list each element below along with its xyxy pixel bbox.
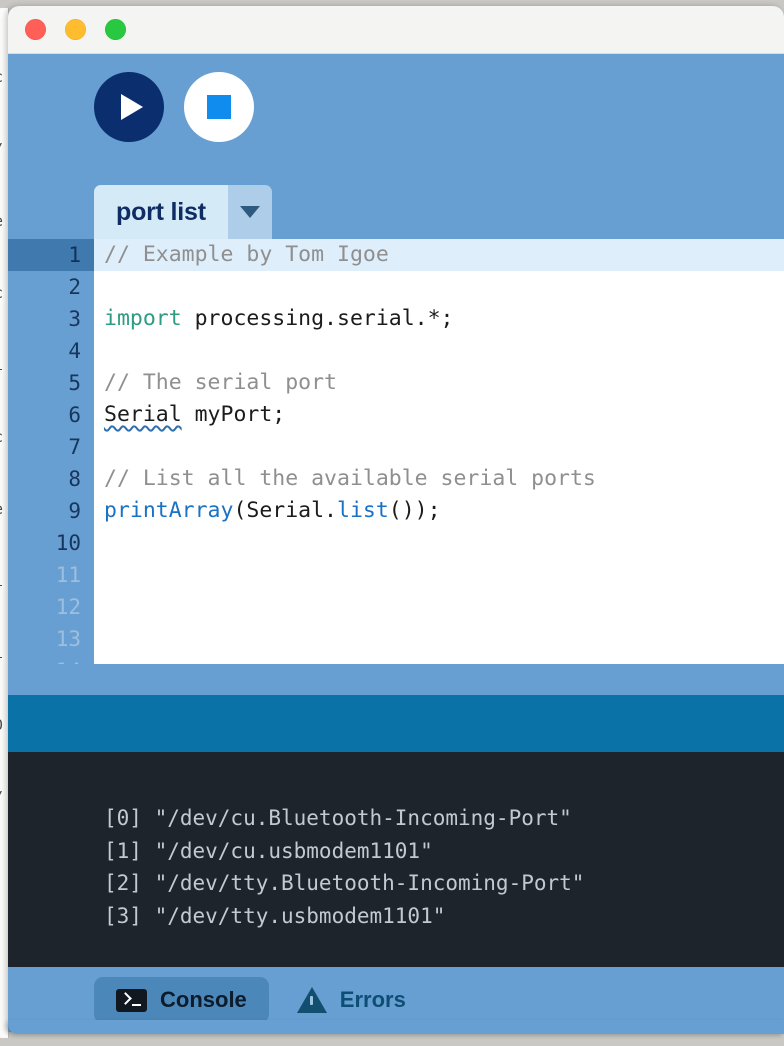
code-line[interactable] [94,431,784,463]
code-token: Serial [104,402,182,427]
code-line[interactable]: // List all the available serial ports [94,463,784,495]
sketch-tab-port-list[interactable]: port list [94,185,228,239]
line-number: 5 [68,371,81,395]
play-icon [121,94,143,120]
window-controls [25,19,126,40]
run-button[interactable] [94,72,164,142]
line-number: 8 [68,467,81,491]
background-text-fragment: e [0,500,8,518]
code-line[interactable]: // Example by Tom Igoe [94,239,784,271]
code-token: ()); [388,498,441,523]
stop-button[interactable] [184,72,254,142]
code-line[interactable] [94,623,784,655]
code-line[interactable]: printArray(Serial.list()); [94,495,784,527]
line-number: 12 [55,595,81,619]
window-bottom-edge [8,1020,784,1034]
code-line[interactable] [94,335,784,367]
warning-triangle-icon [296,987,327,1013]
chevron-down-icon [239,206,260,218]
sketch-tab-dropdown-button[interactable] [227,185,272,239]
code-token: // The serial port [104,370,337,395]
background-text-fragment: / [0,140,8,158]
editor-bottom-band [8,664,784,695]
minimize-button[interactable] [65,19,86,40]
background-text-fragment: 0 [0,716,8,734]
line-number: 3 [68,307,81,331]
console-line: [2] "/dev/tty.Bluetooth-Incoming-Port" [104,871,585,895]
code-line[interactable] [94,591,784,623]
background-text-fragment: e [0,212,8,230]
line-number: 7 [68,435,81,459]
code-token: // List all the available serial ports [104,466,596,491]
console-panel[interactable]: [0] "/dev/cu.Bluetooth-Incoming-Port" [1]… [8,752,784,967]
background-text-fragment: c [0,428,8,446]
console-line: [0] "/dev/cu.Bluetooth-Incoming-Port" [104,806,572,830]
code-line[interactable]: // The serial port [94,367,784,399]
code-line[interactable] [94,271,784,303]
line-number-gutter: 1234567891011121314 [8,239,94,664]
terminal-icon [116,988,147,1012]
tab-console[interactable]: Console [94,977,269,1023]
stop-icon [207,95,231,119]
sketch-tab-group: port list [94,185,272,239]
line-number: 1 [8,239,94,271]
console-line: [1] "/dev/cu.usbmodem1101" [104,838,433,863]
console-line: [3] "/dev/tty.usbmodem1101" [104,903,446,928]
code-line[interactable] [94,655,784,664]
code-line[interactable]: Serial myPort; [94,399,784,431]
background-text-fragment: / [0,788,8,806]
close-button[interactable] [25,19,46,40]
line-number: 9 [68,499,81,523]
background-text-fragment: i [0,356,8,374]
code-token: printArray [104,498,234,523]
title-bar [8,6,784,54]
status-bar [8,695,784,752]
code-token: import [104,306,182,331]
screen: c / e c i c e i i 0 / port list [0,0,784,1046]
background-text-fragment: c [0,68,8,86]
code-line[interactable]: import processing.serial.*; [94,303,784,335]
background-text-fragment: i [0,572,8,590]
console-output: [0] "/dev/cu.Bluetooth-Incoming-Port" [1]… [8,752,784,932]
line-number: 6 [68,403,81,427]
background-text-fragment: c [0,284,8,302]
tab-errors[interactable]: Errors [275,977,428,1023]
code-token: list [337,498,389,523]
code-editor[interactable]: 1234567891011121314 // Example by Tom Ig… [8,239,784,664]
code-token: // Example by Tom Igoe [104,242,389,267]
tab-errors-label: Errors [339,987,406,1012]
background-text-fragment: i [0,644,8,662]
processing-ide-window: port list 1234567891011121314 // Example… [8,6,784,1032]
line-number: 14 [8,655,94,664]
line-number: 11 [55,563,81,587]
zoom-button[interactable] [105,19,126,40]
line-number: 4 [68,339,81,363]
code-area[interactable]: // Example by Tom Igoe import processing… [94,239,784,664]
code-token: (Serial. [233,498,338,523]
line-number: 13 [55,627,81,651]
line-number: 10 [55,531,81,555]
line-number: 2 [68,275,81,299]
code-token: processing.serial.*; [181,306,454,331]
tab-console-label: Console [160,987,247,1012]
code-line[interactable] [94,527,784,559]
code-line[interactable] [94,559,784,591]
toolbar [8,54,784,172]
sketch-tab-strip: port list [8,172,784,239]
sketch-tab-label: port list [116,197,206,226]
code-token: myPort; [181,402,286,427]
